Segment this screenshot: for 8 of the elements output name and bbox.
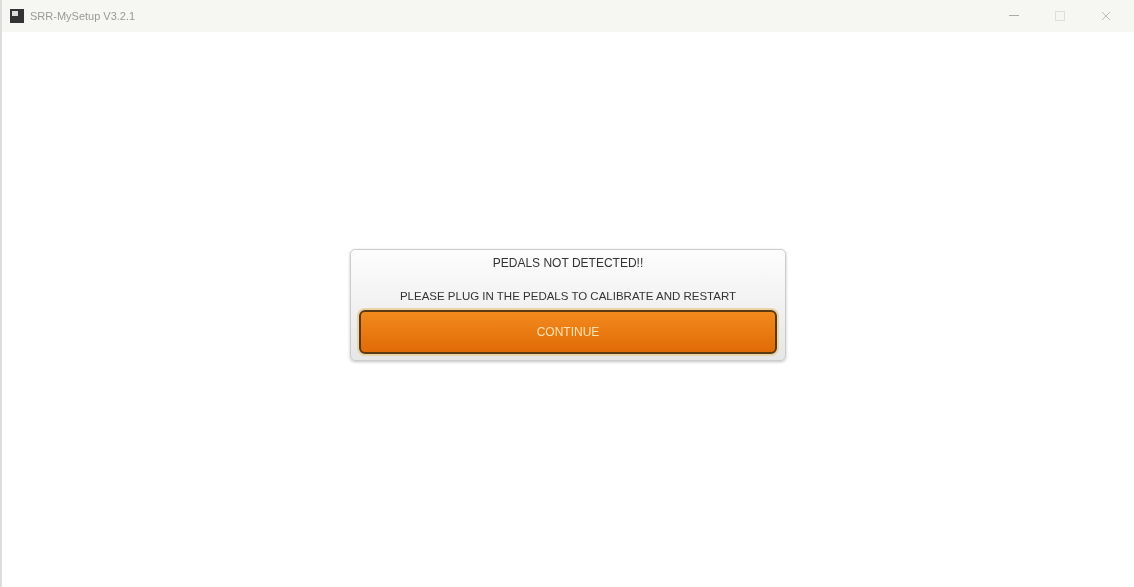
dialog-message: PLEASE PLUG IN THE PEDALS TO CALIBRATE AND RESTART: [399, 289, 737, 302]
maximize-icon: [1055, 11, 1065, 21]
close-icon: [1101, 11, 1111, 21]
dialog-title: PEDALS NOT DETECTED!!: [492, 255, 644, 270]
window-title: SRR-MySetup V3.2.1: [30, 10, 137, 22]
continue-button[interactable]: CONTINUE: [359, 309, 777, 354]
minimize-icon: [1009, 15, 1019, 17]
app-icon: [10, 9, 24, 23]
